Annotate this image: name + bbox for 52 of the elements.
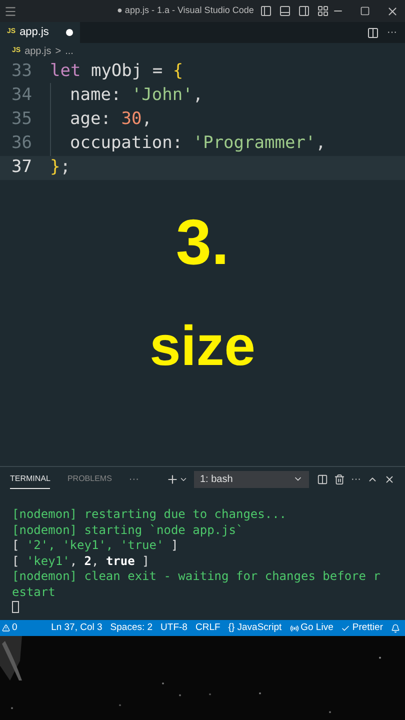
check-icon [341,624,350,632]
split-terminal-icon[interactable] [317,474,328,484]
breadcrumb-separator: > [55,44,62,58]
layout-icon[interactable] [316,5,329,17]
status-item[interactable]: UTF-8 [160,620,188,636]
line-number: 34 [10,84,33,108]
line-number: 35 [10,108,33,132]
code-line: name: 'John', [50,83,204,109]
status-item[interactable]: Ln 37, Col 3 [51,620,102,636]
terminal-line: [ 'key1', 2, true ] [12,554,150,569]
line-number: 36 [10,132,33,156]
notifications-icon[interactable] [391,624,400,632]
terminal-line: [ '2', 'key1', 'true' ] [12,538,180,554]
broadcast-icon [290,624,299,632]
warnings-count[interactable]: 0 [12,620,18,636]
prettier-button[interactable]: Prettier [341,620,383,636]
maximize-icon[interactable] [360,6,370,16]
code-line: let myObj = { [50,60,184,84]
secondary-sidebar-icon[interactable] [298,5,310,17]
code-line: }; [50,156,70,180]
go-live-button[interactable]: Go Live [290,620,334,636]
terminal-line: estart [12,584,56,600]
window-title: ● app.js - 1.a - Visual Studio Code [117,4,254,18]
more-actions-button[interactable]: ··· [128,472,139,486]
terminal-line: [nodemon] clean exit - waiting for changes before r [12,569,382,584]
terminal-line: [nodemon] starting `node app.js` [12,522,244,538]
code-line: age: 30, [50,107,152,133]
overlay-title: size [150,318,256,374]
status-item[interactable]: CRLF [195,620,220,636]
breadcrumb-item[interactable]: app.js [24,44,52,58]
panel-tab[interactable]: TERMINAL [10,470,50,488]
close-icon[interactable] [386,4,399,18]
more-actions-button[interactable]: ··· [387,25,397,40]
split-editor-icon[interactable] [367,26,379,38]
panel-toggle-icon[interactable] [278,5,291,17]
warning-icon[interactable] [2,624,10,632]
panel-tab[interactable]: PROBLEMS [67,470,112,488]
trash-icon[interactable] [334,474,345,484]
sidebar-toggle-icon[interactable] [260,5,272,17]
line-number: 37 [10,156,33,180]
menu-icon[interactable] [4,4,17,18]
breadcrumb-item[interactable]: ... [65,44,74,58]
terminal-cursor [12,601,19,613]
overlay-number: 3. [176,210,230,274]
more-actions-button[interactable]: ··· [351,472,361,486]
status-item[interactable]: {} JavaScript [228,620,282,636]
new-terminal-icon[interactable] [166,472,179,486]
status-item[interactable]: Spaces: 2 [110,620,153,636]
terminal-select[interactable]: 1: bash [194,470,309,488]
line-number: 33 [10,60,33,84]
close-icon[interactable] [384,474,395,484]
terminal-line: [nodemon] restarting due to changes... [12,507,288,522]
